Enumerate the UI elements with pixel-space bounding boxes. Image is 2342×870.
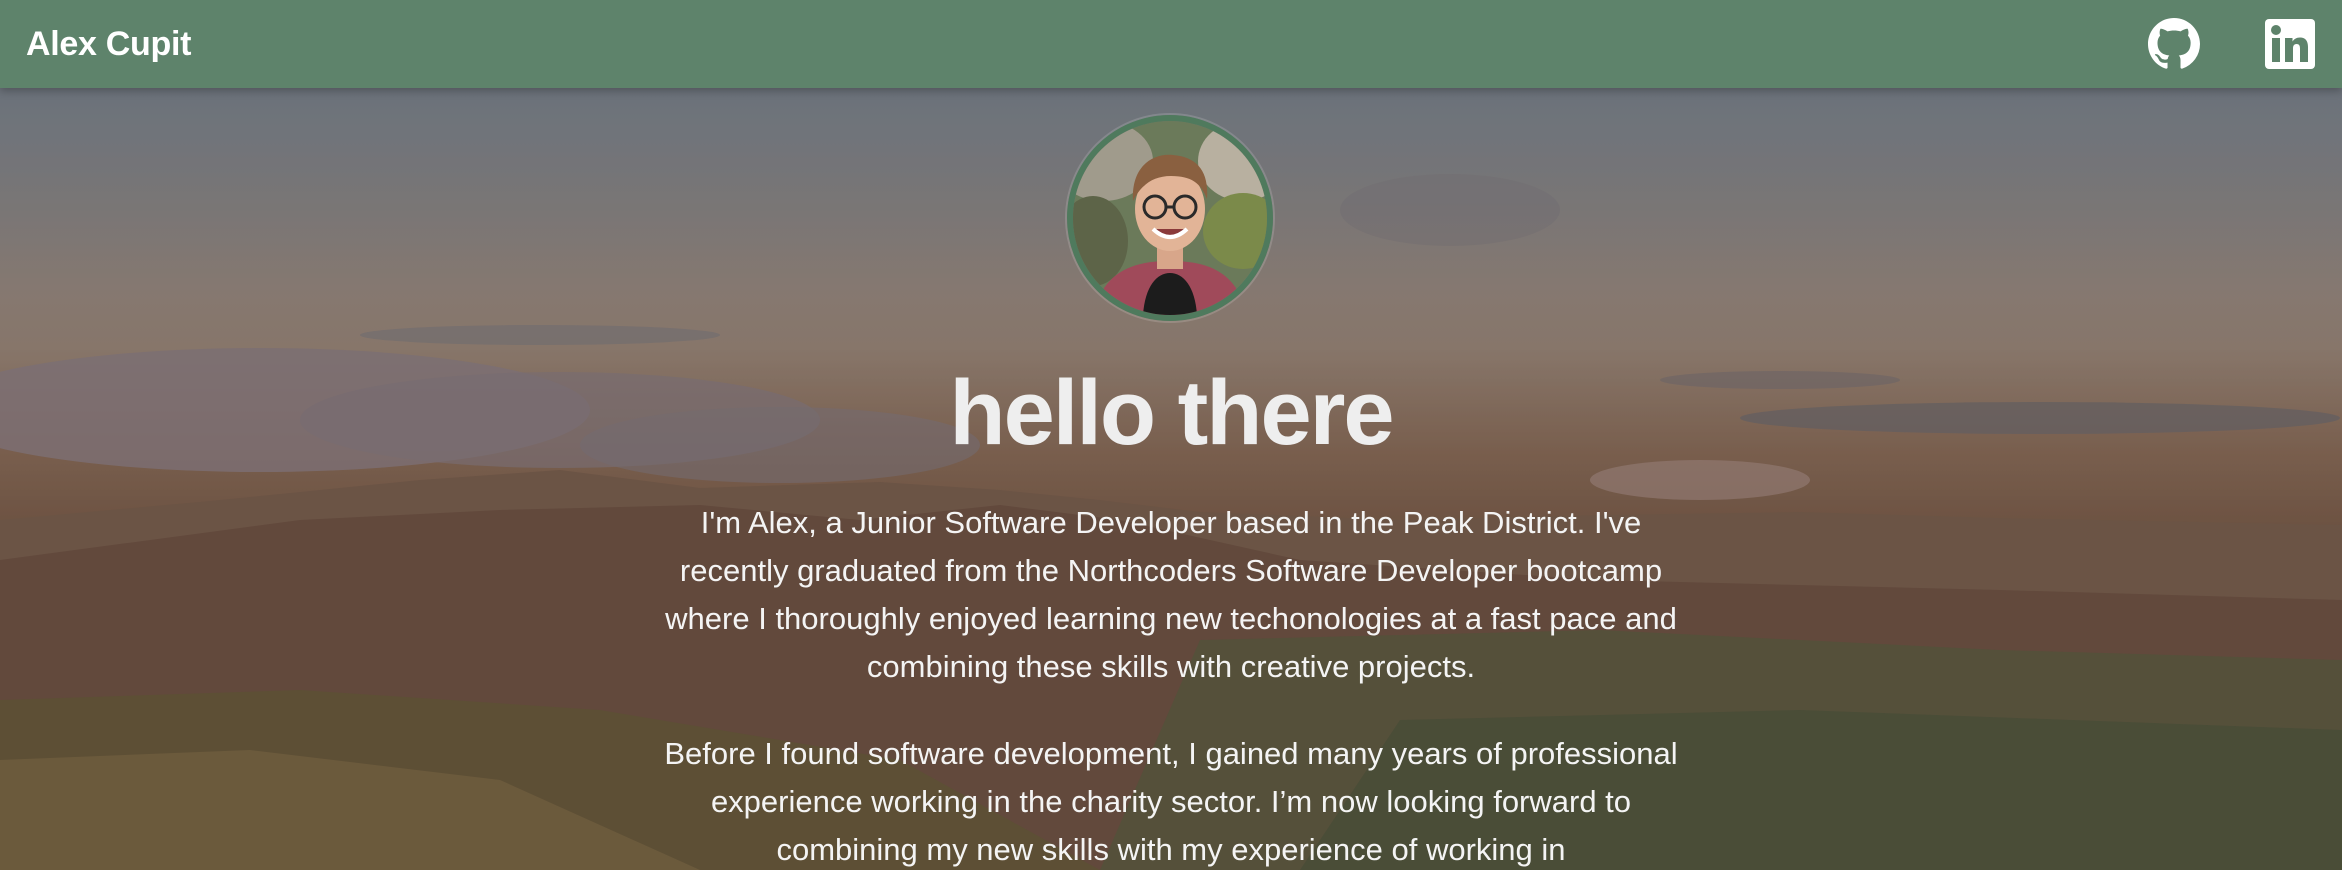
page: Alex Cupit hello there I'm Alex, a Junio… xyxy=(0,0,2342,870)
hero-heading: hello there xyxy=(949,362,1394,464)
hero-content: hello there I'm Alex, a Junior Software … xyxy=(0,0,2342,870)
bio-paragraph-1: I'm Alex, a Junior Software Developer ba… xyxy=(665,505,1677,684)
linkedin-icon[interactable] xyxy=(2264,18,2316,70)
profile-photo xyxy=(1073,121,1267,315)
profile-avatar xyxy=(1067,115,1273,321)
linkedin-link[interactable] xyxy=(2264,18,2316,70)
github-link[interactable] xyxy=(2148,18,2200,70)
social-links xyxy=(2148,18,2316,70)
top-navbar: Alex Cupit xyxy=(0,0,2342,88)
bio-paragraph-2: Before I found software development, I g… xyxy=(664,736,1678,867)
github-icon[interactable] xyxy=(2148,18,2200,70)
brand-link[interactable]: Alex Cupit xyxy=(26,25,191,64)
